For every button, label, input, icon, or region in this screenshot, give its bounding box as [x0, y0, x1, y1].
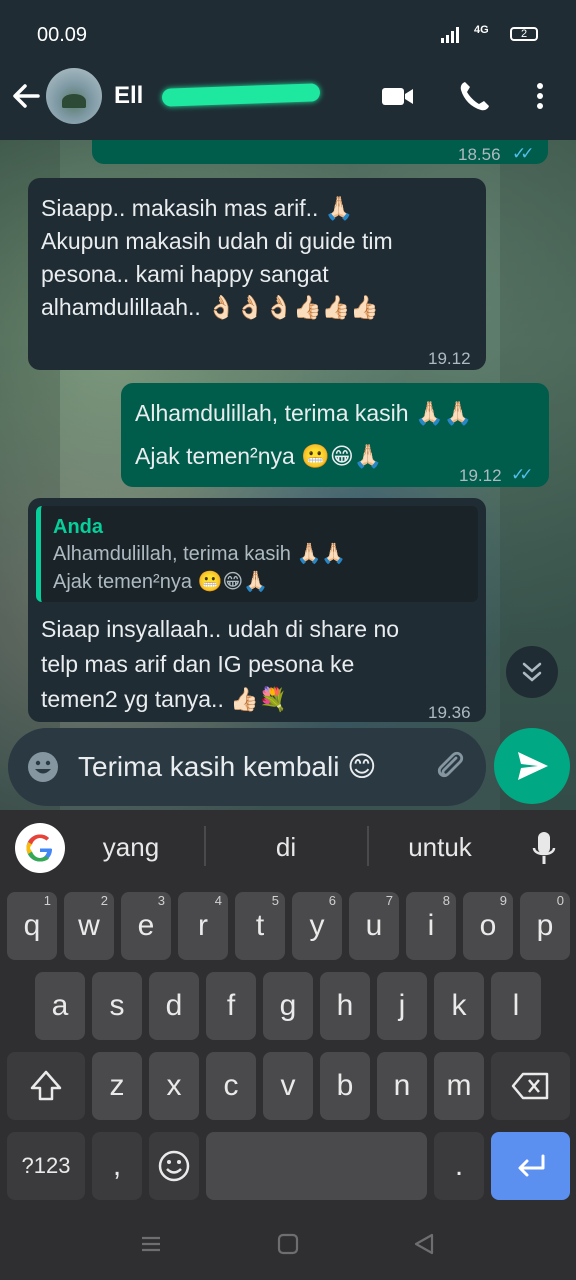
message-time: 19.12 — [428, 349, 471, 368]
enter-key[interactable] — [491, 1132, 570, 1200]
system-nav-bar — [0, 1210, 576, 1280]
emoji-key[interactable] — [149, 1132, 199, 1200]
scroll-to-bottom-button[interactable] — [506, 646, 558, 698]
suggestion-item[interactable]: yang — [71, 832, 191, 863]
comma-key[interactable]: , — [92, 1132, 142, 1200]
emoji-icon — [158, 1150, 190, 1182]
key-c[interactable]: c — [206, 1052, 256, 1120]
quoted-message[interactable]: Anda Alhamdulillah, terima kasih 🙏🏻🙏🏻 Aj… — [36, 506, 478, 602]
key-r[interactable]: r4 — [178, 892, 228, 960]
quote-author: Anda — [53, 516, 103, 538]
redaction-mark — [161, 83, 321, 107]
network-type: 4G — [474, 24, 489, 36]
shift-icon — [30, 1070, 62, 1101]
message-bubble-incoming[interactable]: Siaapp.. makasih mas arif.. 🙏🏻 Akupun ma… — [28, 178, 486, 370]
message-input[interactable]: Terima kasih kembali 😊 — [78, 750, 376, 783]
message-text: Alhamdulillah, terima kasih 🙏🏻🙏🏻 Ajak te… — [135, 400, 473, 469]
message-time: 18.56 — [458, 145, 501, 164]
chat-header: Ell — [0, 52, 576, 140]
divider — [204, 826, 206, 866]
key-q[interactable]: q1 — [7, 892, 57, 960]
key-f[interactable]: f — [206, 972, 256, 1040]
key-m[interactable]: m — [434, 1052, 484, 1120]
key-p[interactable]: p0 — [520, 892, 570, 960]
chat-area[interactable]: 18.56 ✓✓ Siaapp.. makasih mas arif.. 🙏🏻 … — [0, 140, 576, 810]
key-g[interactable]: g — [263, 972, 313, 1040]
send-icon — [518, 752, 548, 780]
google-logo-icon[interactable] — [15, 823, 65, 873]
quote-text: Alhamdulillah, terima kasih 🙏🏻🙏🏻 — [53, 543, 347, 565]
back-arrow-icon[interactable] — [10, 78, 42, 114]
message-bubble-outgoing[interactable]: 18.56 ✓✓ — [92, 140, 548, 164]
more-options-icon[interactable] — [522, 78, 558, 114]
key-w[interactable]: w2 — [64, 892, 114, 960]
key-v[interactable]: v — [263, 1052, 313, 1120]
key-n[interactable]: n — [377, 1052, 427, 1120]
send-button[interactable] — [494, 728, 570, 804]
key-z[interactable]: z — [92, 1052, 142, 1120]
back-nav-icon[interactable] — [412, 1232, 436, 1256]
key-o[interactable]: o9 — [463, 892, 513, 960]
message-bubble-outgoing[interactable]: Alhamdulillah, terima kasih 🙏🏻🙏🏻 Ajak te… — [121, 383, 549, 487]
key-a[interactable]: a — [35, 972, 85, 1040]
message-input-bar[interactable]: Terima kasih kembali 😊 — [8, 728, 486, 806]
microphone-icon[interactable] — [530, 830, 558, 868]
status-time: 00.09 — [37, 24, 88, 46]
emoji-icon[interactable] — [26, 750, 60, 784]
signal-icon — [441, 27, 459, 43]
key-u[interactable]: u7 — [349, 892, 399, 960]
contact-name[interactable]: Ell — [114, 82, 143, 110]
period-key[interactable]: . — [434, 1132, 484, 1200]
backspace-icon — [511, 1072, 548, 1100]
suggestion-bar: yang di untuk — [0, 810, 576, 888]
key-t[interactable]: t5 — [235, 892, 285, 960]
contact-avatar[interactable] — [46, 68, 102, 124]
status-bar: 00.09 4G 2 — [0, 0, 576, 52]
space-key[interactable] — [206, 1132, 427, 1200]
key-e[interactable]: e3 — [121, 892, 171, 960]
message-text: Siaapp.. makasih mas arif.. 🙏🏻 Akupun ma… — [41, 195, 393, 320]
battery-icon: 2 — [510, 27, 538, 41]
key-k[interactable]: k — [434, 972, 484, 1040]
key-i[interactable]: i8 — [406, 892, 456, 960]
symbols-key[interactable]: ?123 — [7, 1132, 85, 1200]
shift-key[interactable] — [7, 1052, 85, 1120]
key-j[interactable]: j — [377, 972, 427, 1040]
message-bubble-incoming[interactable]: Anda Alhamdulillah, terima kasih 🙏🏻🙏🏻 Aj… — [28, 498, 486, 722]
key-b[interactable]: b — [320, 1052, 370, 1120]
enter-icon — [518, 1154, 544, 1177]
chevron-down-icon — [522, 662, 542, 682]
message-text: Siaap insyallaah.. udah di share no telp… — [41, 616, 400, 712]
backspace-key[interactable] — [491, 1052, 570, 1120]
read-ticks-icon: ✓✓ — [512, 144, 534, 163]
menu-nav-icon[interactable] — [138, 1232, 164, 1256]
message-time: 19.36 — [428, 703, 471, 722]
read-ticks-icon: ✓✓ — [511, 465, 533, 484]
quote-text: Ajak temen²nya 😬😁🙏🏻 — [53, 571, 269, 593]
key-x[interactable]: x — [149, 1052, 199, 1120]
suggestion-item[interactable]: di — [226, 832, 346, 863]
key-s[interactable]: s — [92, 972, 142, 1040]
key-l[interactable]: l — [491, 972, 541, 1040]
key-d[interactable]: d — [149, 972, 199, 1040]
divider — [367, 826, 369, 866]
suggestion-item[interactable]: untuk — [380, 832, 500, 863]
message-time: 19.12 — [459, 466, 502, 485]
attach-icon[interactable] — [432, 748, 468, 784]
key-h[interactable]: h — [320, 972, 370, 1040]
key-y[interactable]: y6 — [292, 892, 342, 960]
video-call-icon[interactable] — [380, 78, 416, 114]
home-nav-icon[interactable] — [276, 1232, 300, 1256]
voice-call-icon[interactable] — [456, 78, 492, 114]
